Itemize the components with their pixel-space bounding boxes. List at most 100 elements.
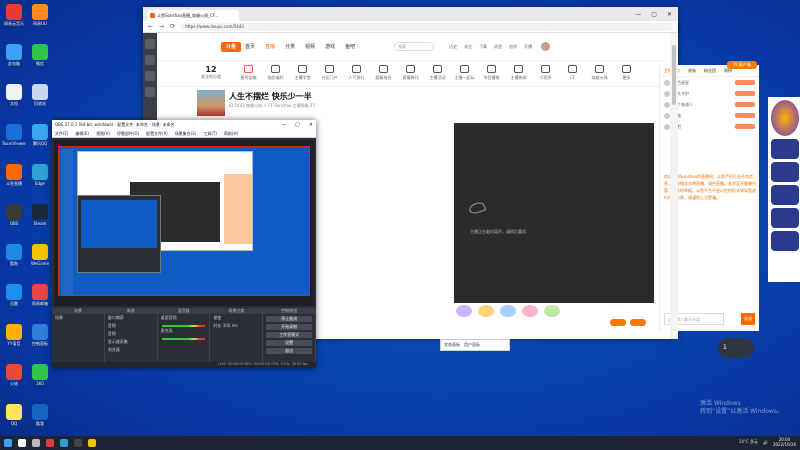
sidebar-category-icon[interactable] [145,87,155,97]
obs-control-button[interactable]: 设置 [266,340,312,346]
ad-banner[interactable] [771,231,799,251]
header-tool[interactable]: 下载 [479,44,487,50]
task-view-icon[interactable] [32,439,40,447]
close-icon[interactable]: ✕ [309,122,313,128]
desktop-icon[interactable]: QQ [1,403,27,431]
obs-dock-row[interactable]: 时长 300 ms [210,322,262,330]
start-icon[interactable] [4,439,12,447]
obs-dock-row[interactable]: 场景 [52,314,104,322]
sidebar-history-icon[interactable] [145,71,155,81]
category-item[interactable]: 穿越火线 [586,65,613,81]
category-item[interactable]: 分区门户 [316,65,343,81]
desktop-icon[interactable]: TeamViewer [1,123,27,151]
desktop-icon[interactable]: 控制面板 [27,323,53,351]
user-avatar[interactable] [541,42,551,51]
obs-dock-row[interactable]: 浏览器 [105,346,157,354]
douyu-logo[interactable]: 斗鱼 [221,42,241,52]
obs-menu-item[interactable]: 场景集合(S) [175,131,197,137]
desktop-icon[interactable]: Steam [27,203,53,231]
obs-scene-capture[interactable] [58,146,310,296]
follow-count-block[interactable]: 12 关注的分类 [201,65,221,80]
obs-menu-item[interactable]: 帮助(H) [224,131,238,137]
clock[interactable]: 20:04 2022/10/26 [773,437,796,447]
category-item[interactable]: 人气排行 [343,65,370,81]
category-item[interactable]: 抽奖福利 [262,65,289,81]
desktop-icon[interactable]: 360 [27,363,53,391]
ad-banner[interactable] [771,139,799,159]
desktop-icon[interactable]: 迅雷 [1,283,27,311]
header-tool[interactable]: 关注 [464,44,472,50]
status-panel-label[interactable]: 状态面板 [444,342,460,348]
obs-dock-row[interactable]: 渐变 [210,314,262,322]
category-item[interactable]: 星秀宝箱 [235,65,262,81]
desktop-icon[interactable]: YY语音 [1,323,27,351]
ad-banner[interactable] [771,185,799,205]
pc-client-button[interactable]: PC客户端 [727,61,757,69]
ad-banner[interactable] [771,208,799,228]
desktop-icon[interactable]: 回收站 [27,83,53,111]
edge-icon[interactable] [60,439,68,447]
header-tool[interactable]: 创作 [509,44,517,50]
obs-control-button[interactable]: 退出 [266,348,312,354]
category-item[interactable]: 主播学堂 [289,65,316,81]
netease-icon[interactable] [46,439,54,447]
desktop-icon[interactable]: 斗鱼直播 [1,163,27,191]
video-player[interactable]: 主播正在临时离开，请稍后重试 [454,123,654,303]
reload-icon[interactable]: ⟳ [170,23,175,30]
search-input[interactable]: 搜索 [394,42,435,51]
obs-menu-item[interactable]: 编辑(E) [75,131,89,137]
weather[interactable]: 14°C 多云 [739,439,758,445]
desktop-icon[interactable]: 火绒 [1,363,27,391]
category-item[interactable]: 超级电台 [370,65,397,81]
forward-icon[interactable]: → [159,23,164,30]
category-item[interactable]: 主播活动 [424,65,451,81]
nav-item[interactable]: 鱼吧 [345,43,355,50]
gift-icon[interactable] [477,305,494,317]
search-icon[interactable] [18,439,26,447]
header-tool[interactable]: 历史 [449,44,457,50]
obs-dock-row[interactable]: 窗口捕获 [105,314,157,322]
obs-dock-row[interactable]: 桌面音频 [158,314,210,322]
back-icon[interactable]: ← [148,23,153,30]
maximize-icon[interactable]: ▢ [295,122,300,128]
gift-icon[interactable] [543,305,560,317]
desktop-icon[interactable]: 网易UU [27,3,53,31]
browser-scrollbar[interactable] [670,33,678,339]
desktop-icon[interactable]: WeGame [27,243,53,271]
close-icon[interactable]: ✕ [667,11,672,18]
obs-menu-item[interactable]: 配置文件(P) [146,131,168,137]
category-item[interactable]: 小程序 [532,65,559,81]
user-panel-label[interactable]: 用户面板 [464,342,480,348]
obs-dock-row[interactable]: 显示器采集 [105,338,157,346]
nav-item[interactable]: 直播 [265,43,275,50]
desktop-icon[interactable]: 微信 [27,43,53,71]
url-field[interactable]: https://www.douyu.com/5443 [181,22,673,31]
room-thumbnail[interactable] [197,90,225,116]
sidebar-home-icon[interactable] [145,39,155,49]
obs-dock-row[interactable]: 麦克风 [158,327,210,335]
obs-menu-item[interactable]: 文件(F) [55,131,68,137]
desktop-icon[interactable]: 此电脑 [1,43,27,71]
obs-preview[interactable] [54,140,314,306]
chat-bubble-widget[interactable]: 1 [718,338,754,358]
chat-tab[interactable]: 贵族 [688,68,696,73]
obs-icon[interactable] [74,439,82,447]
obs-menu-item[interactable]: 视图(V) [96,131,110,137]
desktop-icon[interactable]: 酷狗 [1,243,27,271]
minimize-icon[interactable]: — [281,122,286,128]
obs-dock-row[interactable]: 音频 [105,322,157,330]
category-item[interactable]: 节目播放 [478,65,505,81]
scrollbar-thumb[interactable] [672,45,676,105]
event-ad[interactable] [771,100,799,136]
browser-tab[interactable]: 斗鱼Sonshao直播_穿越火线_CF... [147,10,239,21]
gift-icon[interactable] [456,305,472,317]
category-item[interactable]: 主播一起玩 [451,65,478,81]
desktop-icon[interactable]: 文档 [1,83,27,111]
sidebar-follow-icon[interactable] [145,55,155,65]
obs-control-button[interactable]: 停止推流 [266,316,312,322]
nav-item[interactable]: 首页 [245,43,255,50]
nav-item[interactable]: 视频 [305,43,315,50]
obs-window[interactable]: OBS 27.0.1 (64-bit, windows) - 配置文件: 未命名… [52,120,316,368]
volume-icon[interactable]: 🔊 [763,440,768,445]
header-tool[interactable]: 消息 [494,44,502,50]
